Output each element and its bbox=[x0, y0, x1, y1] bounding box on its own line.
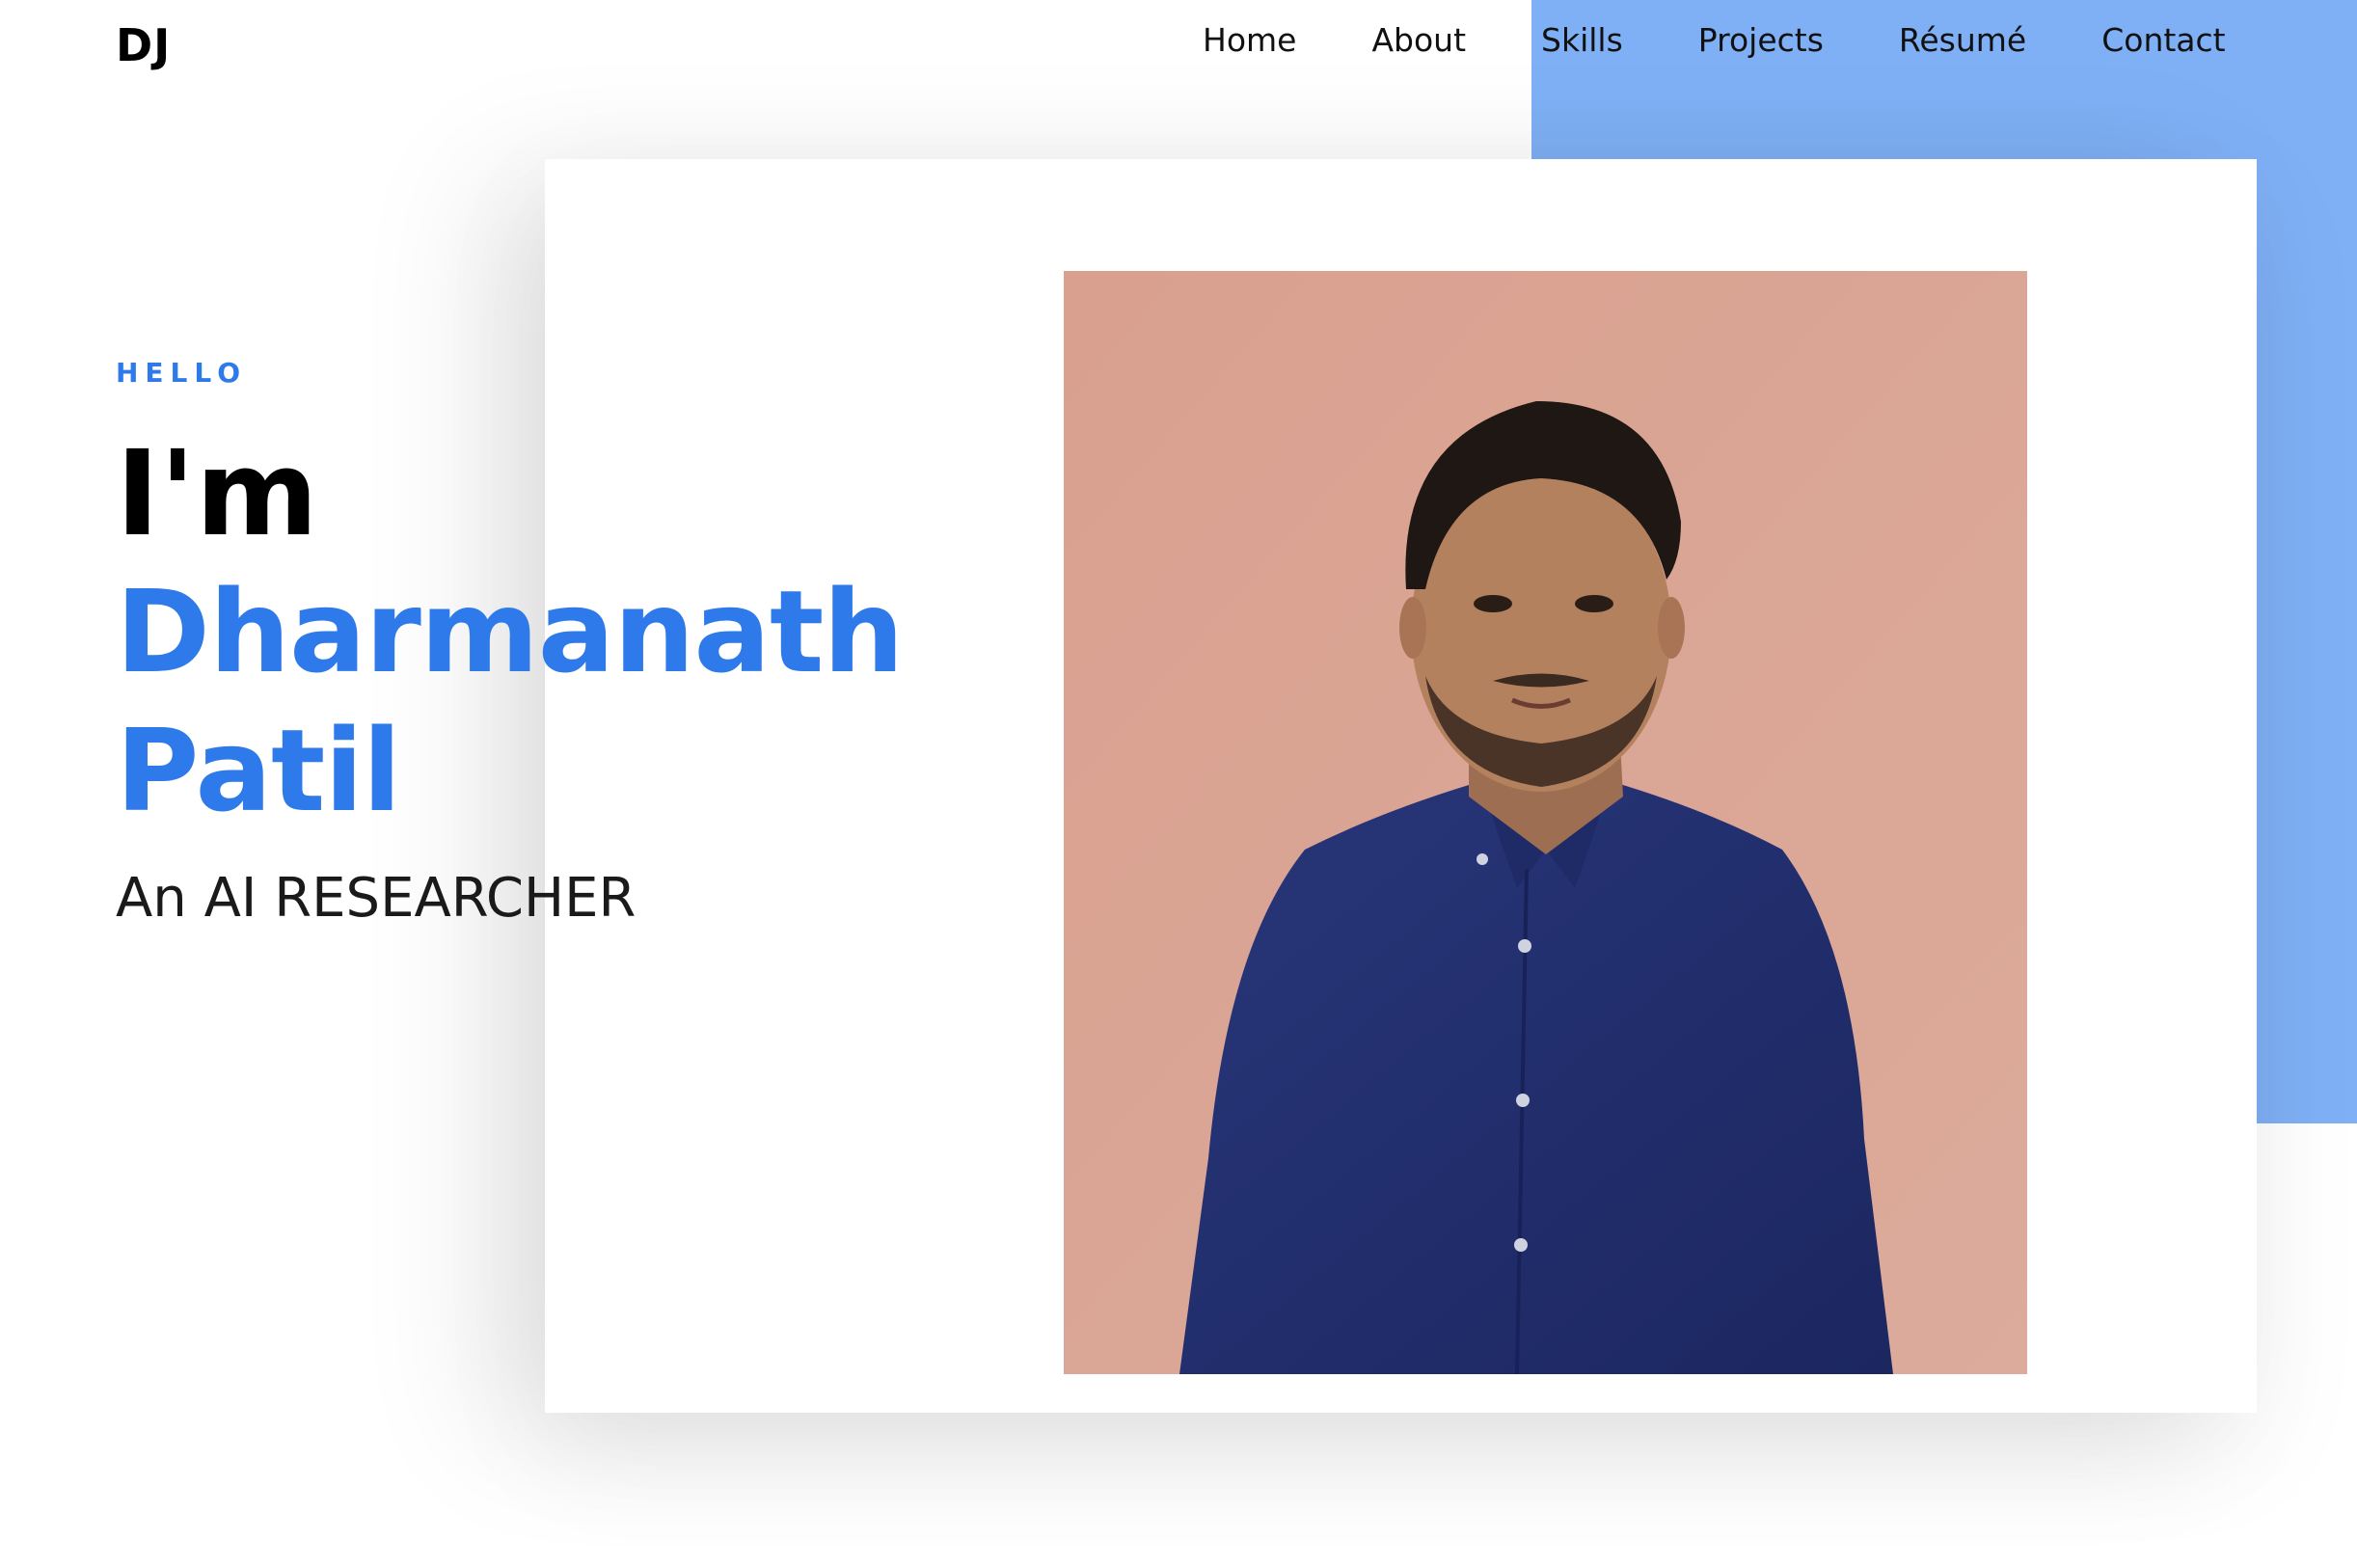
nav-skills[interactable]: Skills bbox=[1541, 21, 1623, 59]
nav-home[interactable]: Home bbox=[1203, 21, 1296, 59]
nav-contact[interactable]: Contact bbox=[2101, 21, 2225, 59]
last-name: Patil bbox=[116, 704, 401, 837]
profile-photo bbox=[1064, 271, 2027, 1374]
main-nav: Home About Skills Projects Résumé Contac… bbox=[1203, 21, 2226, 59]
nav-resume[interactable]: Résumé bbox=[1899, 21, 2026, 59]
hero-text: HELLO I'm Dharmanath Patil An AI RESEARC… bbox=[116, 357, 904, 930]
role-subtitle: An AI RESEARCHER bbox=[116, 867, 637, 930]
greeting-label: HELLO bbox=[116, 357, 248, 389]
site-logo[interactable]: DJ bbox=[116, 19, 171, 71]
nav-about[interactable]: About bbox=[1371, 21, 1466, 59]
intro-heading: I'm bbox=[116, 425, 318, 562]
nav-projects[interactable]: Projects bbox=[1698, 21, 1824, 59]
first-name: Dharmanath bbox=[116, 565, 904, 698]
page: DJ Home About Skills Projects Résumé Con… bbox=[0, 0, 2357, 1568]
